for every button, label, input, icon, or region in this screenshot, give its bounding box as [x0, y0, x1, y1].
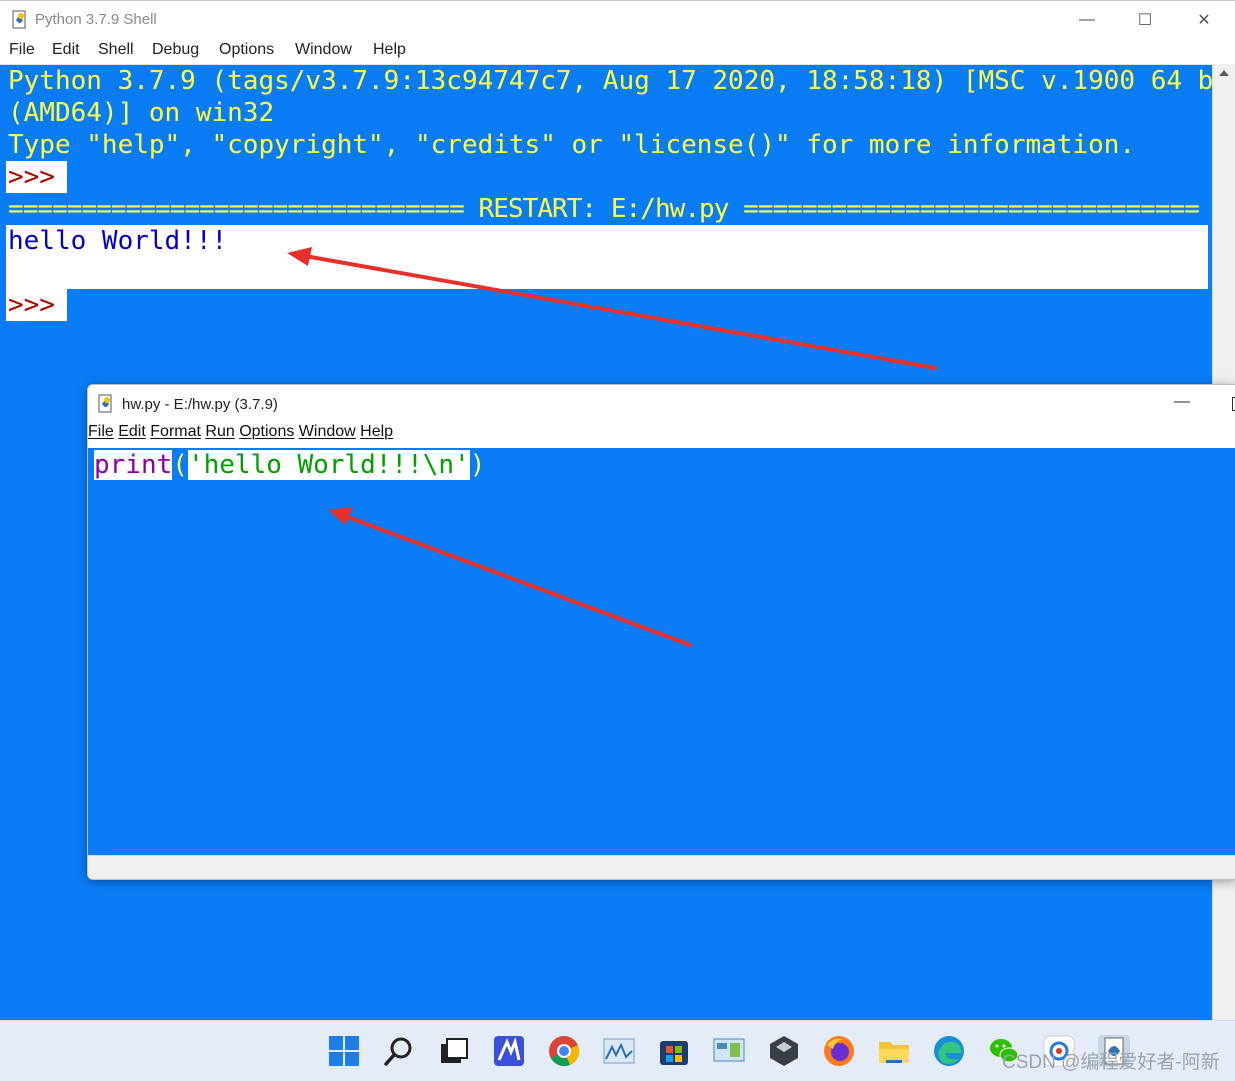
editor-title: hw.py - E:/hw.py (3.7.9) — [122, 396, 278, 413]
scroll-up-icon[interactable] — [1219, 70, 1229, 76]
code-editor-area[interactable]: print('hello World!!!\n') — [88, 448, 1235, 855]
maximize-icon: ☐ — [1137, 12, 1153, 29]
editor-window: hw.py - E:/hw.py (3.7.9) — File Edit For… — [87, 384, 1235, 880]
menu-file[interactable]: File — [9, 41, 35, 59]
menu-help[interactable]: Help — [373, 41, 406, 59]
editor-menu-edit[interactable]: Edit — [118, 423, 146, 440]
firefox-icon[interactable] — [823, 1035, 855, 1067]
editor-menu-window[interactable]: Window — [299, 423, 356, 440]
editor-menu-run[interactable]: Run — [205, 423, 234, 440]
windows-start-icon[interactable] — [328, 1035, 360, 1067]
minimize-button[interactable]: — — [1058, 1, 1116, 39]
python-file-icon — [98, 394, 112, 413]
chrome-icon[interactable] — [548, 1035, 580, 1067]
close-button[interactable]: ✕ — [1175, 1, 1233, 39]
editor-menu-format[interactable]: Format — [150, 423, 201, 440]
editor-menu-help[interactable]: Help — [360, 423, 393, 440]
task-view-icon[interactable] — [438, 1035, 470, 1067]
app-icon[interactable] — [493, 1035, 525, 1067]
csdn-watermark: CSDN @编程爱好者-阿新 — [1002, 1052, 1220, 1073]
program-output: hello World!!! — [8, 226, 228, 256]
menu-debug[interactable]: Debug — [152, 41, 199, 59]
app-cube-icon[interactable] — [768, 1035, 800, 1067]
photos-icon[interactable] — [603, 1035, 635, 1067]
store-icon[interactable] — [658, 1035, 690, 1067]
edge-icon[interactable] — [933, 1035, 965, 1067]
minimize-icon: — — [1079, 11, 1095, 28]
editor-minimize-icon[interactable]: — — [1174, 393, 1190, 411]
editor-menubar: File Edit Format Run Options Window Help — [88, 423, 1235, 447]
maximize-button[interactable]: ☐ — [1116, 1, 1174, 39]
banner-line-3: Type "help", "copyright", "credits" or "… — [8, 130, 1136, 160]
file-explorer-icon[interactable] — [878, 1035, 910, 1067]
shell-menubar: File Edit Shell Debug Options Window Hel… — [0, 38, 1235, 65]
search-icon[interactable] — [383, 1035, 415, 1067]
code-string: 'hello World!!!\n' — [187, 450, 470, 480]
menu-window[interactable]: Window — [295, 41, 352, 59]
shell-titlebar[interactable]: Python 3.7.9 Shell — ☐ ✕ — [0, 0, 1235, 39]
banner-line-1: Python 3.7.9 (tags/v3.7.9:13c94747c7, Au… — [8, 66, 1235, 96]
code-open-paren: ( — [172, 450, 188, 480]
code-keyword: print — [94, 450, 173, 480]
editor-menu-options[interactable]: Options — [239, 423, 294, 440]
menu-options[interactable]: Options — [219, 41, 274, 59]
control-panel-icon[interactable] — [713, 1035, 745, 1067]
menu-edit[interactable]: Edit — [52, 41, 80, 59]
editor-statusbar — [88, 855, 1235, 879]
python-file-icon — [12, 10, 26, 29]
shell-prompt-2[interactable]: >>> — [8, 289, 55, 321]
shell-title: Python 3.7.9 Shell — [35, 11, 157, 28]
editor-menu-file[interactable]: File — [88, 423, 114, 440]
close-icon: ✕ — [1197, 12, 1211, 29]
banner-line-2: (AMD64)] on win32 — [8, 98, 275, 128]
menu-shell[interactable]: Shell — [98, 41, 134, 59]
code-line[interactable]: print('hello World!!!\n') — [94, 448, 485, 482]
shell-prompt[interactable]: >>> — [8, 161, 55, 193]
editor-titlebar[interactable]: hw.py - E:/hw.py (3.7.9) — — [88, 385, 1235, 423]
code-close-paren: ) — [469, 450, 486, 480]
restart-line: =============================== RESTART:… — [8, 194, 1200, 224]
